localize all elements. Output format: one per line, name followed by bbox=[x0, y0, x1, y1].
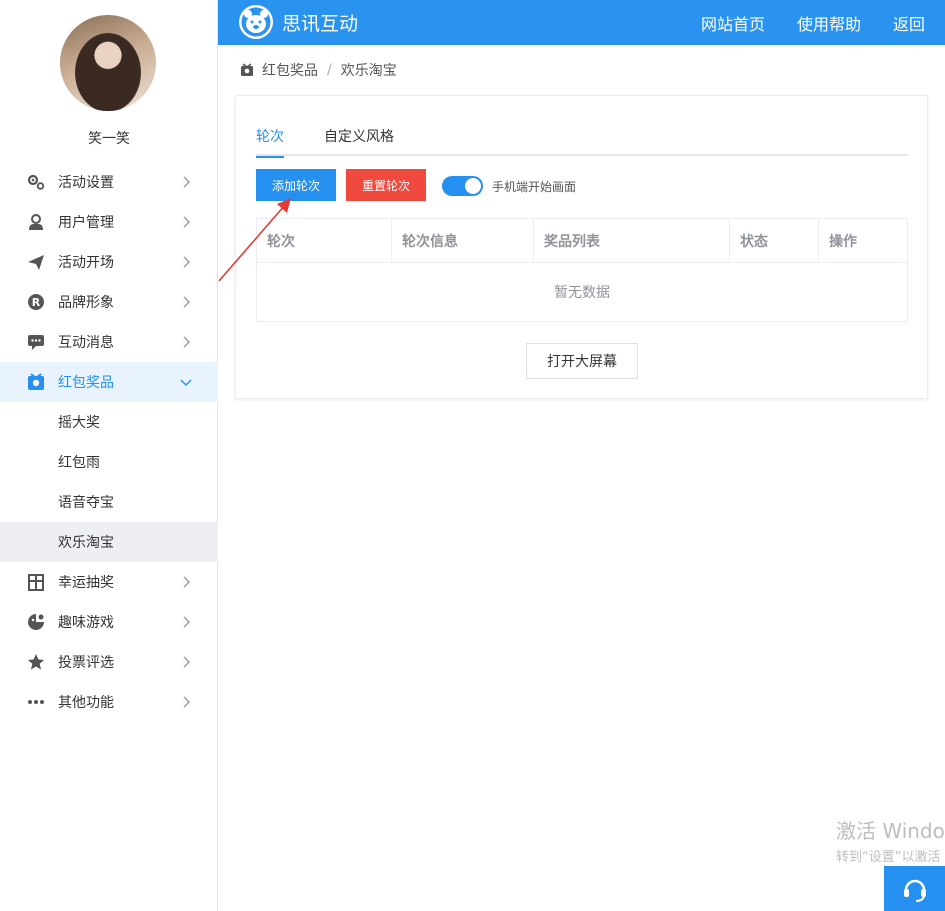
game-icon bbox=[26, 612, 46, 632]
toggle-knob bbox=[465, 178, 481, 194]
sidebar-menu: 活动设置 用户管理 活动开场 R 品牌形象 互动消息 红包奖品 摇大奖 红包雨 … bbox=[0, 162, 218, 722]
sidebar-item-red-packet-prizes[interactable]: 红包奖品 bbox=[0, 362, 218, 402]
submenu-item-shake-prize[interactable]: 摇大奖 bbox=[0, 402, 218, 442]
submenu-item-happy-taobao[interactable]: 欢乐淘宝 bbox=[0, 522, 218, 562]
lottery-icon bbox=[26, 572, 46, 592]
chevron-right-icon bbox=[183, 696, 190, 708]
brand-name: 思讯互动 bbox=[282, 13, 359, 35]
paper-plane-icon bbox=[26, 252, 46, 272]
sidebar-item-activity-opening[interactable]: 活动开场 bbox=[0, 242, 218, 282]
sidebar-item-label: 其他功能 bbox=[58, 695, 114, 711]
breadcrumb-section[interactable]: 红包奖品 bbox=[262, 60, 318, 80]
column-header-round-info: 轮次信息 bbox=[391, 218, 534, 263]
sidebar-item-label: 互动消息 bbox=[58, 335, 114, 351]
empty-state-text: 暂无数据 bbox=[554, 285, 610, 301]
chevron-down-icon bbox=[180, 379, 192, 386]
tab-bar: 轮次 自定义风格 bbox=[256, 126, 908, 158]
chevron-right-icon bbox=[183, 336, 190, 348]
tab-rounds[interactable]: 轮次 bbox=[256, 126, 284, 158]
sidebar-item-fun-games[interactable]: 趣味游戏 bbox=[0, 602, 218, 642]
sidebar-item-user-management[interactable]: 用户管理 bbox=[0, 202, 218, 242]
watermark-line1: 激活 Windo bbox=[836, 819, 945, 843]
gears-icon bbox=[26, 172, 46, 192]
column-header-prize-list: 奖品列表 bbox=[533, 218, 730, 263]
sidebar-item-label: 红包奖品 bbox=[58, 375, 114, 391]
submenu-item-red-packet-rain[interactable]: 红包雨 bbox=[0, 442, 218, 482]
gift-icon bbox=[241, 63, 253, 76]
svg-text:R: R bbox=[32, 296, 41, 309]
customer-support-button[interactable] bbox=[884, 866, 945, 911]
submenu-item-voice-treasure[interactable]: 语音夺宝 bbox=[0, 482, 218, 522]
table-header-row: 轮次 轮次信息 奖品列表 状态 操作 bbox=[256, 218, 908, 263]
top-nav: 网站首页 使用帮助 返回 bbox=[701, 11, 925, 35]
gift-icon bbox=[26, 372, 46, 392]
sidebar-item-label: 活动开场 bbox=[58, 255, 114, 271]
chevron-right-icon bbox=[183, 256, 190, 268]
sidebar-item-label: 趣味游戏 bbox=[58, 615, 114, 631]
sidebar-item-label: 活动设置 bbox=[58, 175, 114, 191]
avatar[interactable] bbox=[60, 15, 156, 111]
sidebar: 笑一笑 活动设置 用户管理 活动开场 R 品牌形象 互动消息 红包奖品 摇大奖 … bbox=[0, 0, 218, 911]
top-header: 思讯互动 网站首页 使用帮助 返回 bbox=[218, 0, 945, 45]
nav-home-link[interactable]: 网站首页 bbox=[701, 11, 765, 35]
headset-icon bbox=[903, 879, 926, 902]
breadcrumb-separator: / bbox=[327, 62, 332, 78]
mobile-start-screen-toggle[interactable] bbox=[442, 176, 483, 196]
column-header-actions: 操作 bbox=[818, 218, 908, 263]
sidebar-item-lucky-draw[interactable]: 幸运抽奖 bbox=[0, 562, 218, 602]
table-empty-row: 暂无数据 bbox=[257, 263, 908, 322]
tab-custom-style[interactable]: 自定义风格 bbox=[324, 126, 394, 156]
sidebar-item-other-features[interactable]: 其他功能 bbox=[0, 682, 218, 722]
chevron-right-icon bbox=[183, 296, 190, 308]
sidebar-item-label: 幸运抽奖 bbox=[58, 575, 114, 591]
star-icon bbox=[26, 652, 46, 672]
reset-rounds-button[interactable]: 重置轮次 bbox=[346, 169, 426, 201]
sidebar-item-brand-image[interactable]: R 品牌形象 bbox=[0, 282, 218, 322]
chevron-right-icon bbox=[183, 216, 190, 228]
annotation-arrow-icon bbox=[218, 198, 291, 282]
breadcrumb: 红包奖品 / 欢乐淘宝 bbox=[240, 60, 397, 80]
sidebar-item-label: 投票评选 bbox=[58, 655, 114, 671]
registered-icon: R bbox=[26, 292, 46, 312]
nav-back-link[interactable]: 返回 bbox=[893, 11, 925, 35]
user-manage-icon bbox=[26, 212, 46, 232]
chevron-right-icon bbox=[183, 576, 190, 588]
sidebar-item-activity-settings[interactable]: 活动设置 bbox=[0, 162, 218, 202]
bear-logo-icon[interactable] bbox=[238, 4, 274, 40]
message-icon bbox=[26, 332, 46, 352]
chevron-right-icon bbox=[183, 616, 190, 628]
open-big-screen-button[interactable]: 打开大屏幕 bbox=[526, 343, 638, 379]
rounds-table: 轮次 轮次信息 奖品列表 状态 操作 暂无数据 bbox=[256, 218, 908, 322]
rounds-card: 轮次 自定义风格 添加轮次 重置轮次 手机端开始画面 轮次 轮次信息 奖品列表 … bbox=[235, 95, 928, 399]
windows-activation-watermark: 激活 Windo 转到“设置”以激活 bbox=[836, 815, 945, 865]
toggle-label: 手机端开始画面 bbox=[492, 180, 577, 194]
sidebar-item-voting[interactable]: 投票评选 bbox=[0, 642, 218, 682]
watermark-line2: 转到“设置”以激活 bbox=[836, 850, 941, 865]
chevron-right-icon bbox=[183, 656, 190, 668]
sidebar-submenu: 摇大奖 红包雨 语音夺宝 欢乐淘宝 bbox=[0, 402, 218, 562]
sidebar-item-interactive-messages[interactable]: 互动消息 bbox=[0, 322, 218, 362]
nav-help-link[interactable]: 使用帮助 bbox=[797, 11, 861, 35]
sidebar-item-label: 用户管理 bbox=[58, 215, 114, 231]
sidebar-item-label: 品牌形象 bbox=[58, 295, 114, 311]
more-icon bbox=[26, 692, 46, 712]
column-header-status: 状态 bbox=[729, 218, 819, 263]
chevron-right-icon bbox=[183, 176, 190, 188]
breadcrumb-current: 欢乐淘宝 bbox=[340, 63, 397, 79]
username: 笑一笑 bbox=[88, 131, 130, 147]
